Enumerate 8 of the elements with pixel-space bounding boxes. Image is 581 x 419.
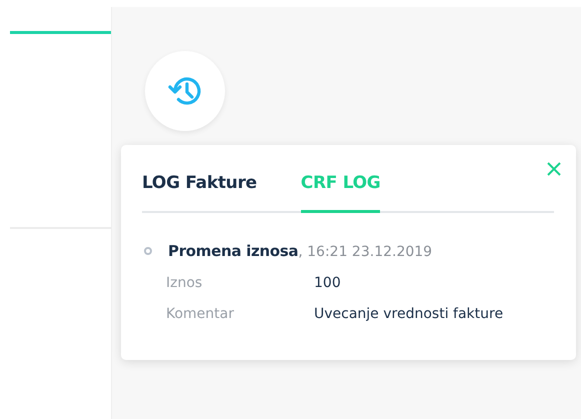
close-icon[interactable] xyxy=(546,161,562,177)
entry-heading: Promena iznosa, 16:21 23.12.2019 xyxy=(168,240,432,262)
timeline-dot xyxy=(144,247,152,255)
popup-tab[interactable]: LOG Fakture xyxy=(142,171,257,212)
field-label: Iznos xyxy=(166,274,204,292)
field-value: 100 xyxy=(314,274,341,292)
field-label: Komentar xyxy=(166,304,235,324)
field-value: Uvecanje vrednosti fakture xyxy=(314,304,504,324)
